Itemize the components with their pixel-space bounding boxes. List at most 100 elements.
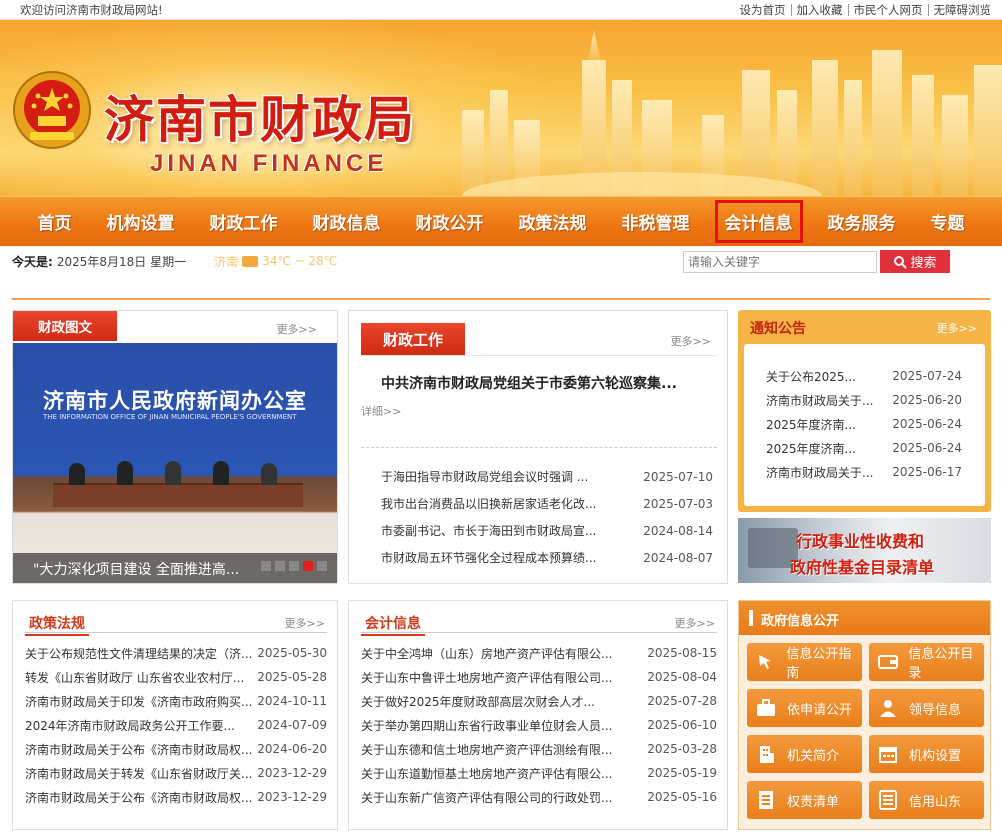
main-nav: 首页 机构设置 财政工作 财政信息 财政公开 政策法规 非税管理 会计信息 政务… [0,196,1002,246]
list-item[interactable]: 济南市财政局关于转发《山东省财政厅关... 2023-12-29 [25,761,327,785]
list-item[interactable]: 关于山东中鲁评土地房地产资产评估有限公司... 2025-08-04 [361,665,717,689]
fee-banner-line1: 行政事业性收费和 [796,532,925,551]
news-slide-image[interactable]: 济南市人民政府新闻办公室 THE INFORMATION OFFICE OF J… [13,343,337,583]
slide-heading-en: THE INFORMATION OFFICE OF JINAN MUNICIPA… [43,413,297,421]
list-item[interactable]: 关于公布2025... 2025-07-24 [766,364,962,388]
slide-heading: 济南市人民政府新闻办公室 [43,389,307,413]
nav-accounting-info[interactable]: 会计信息 [714,200,803,243]
site-subtitle: JINAN FINANCE [150,150,388,177]
credit-shandong-button[interactable]: 信用山东 [869,781,984,819]
nav-finance-info[interactable]: 财政信息 [304,201,390,242]
weather-city: 济南 [214,254,239,269]
photo-news-panel: 财政图文 更多>> 济南市人民政府新闻办公室 THE INFORMATION O… [12,310,338,584]
finance-work-list: 于海田指导市财政局党组会议时强调 ... 2025-07-10 我市出台消费品以旧… [381,463,713,571]
list-item[interactable]: 关于山东新广信资产评估有限公司的行政处罚... 2025-05-16 [361,785,717,809]
list-item[interactable]: 我市出台消费品以旧换新居家适老化改... 2025-07-03 [381,490,713,517]
notices-title: 通知公告 [750,321,806,337]
current-date: 2025年8月18日 星期一 [56,254,187,269]
content-divider [12,298,990,300]
nav-gov-services[interactable]: 政务服务 [819,201,905,242]
list-item[interactable]: 2024年济南市财政局政务公开工作要... 2024-07-09 [25,713,327,737]
search-button-label: 搜索 [910,256,937,271]
slide-caption[interactable]: "大力深化项目建设 全面推进高... [33,559,239,579]
slide-dot[interactable] [289,561,299,571]
list-icon [877,789,899,811]
search-button[interactable]: 搜索 [880,250,950,273]
org-structure-button[interactable]: 机构设置 [869,735,984,773]
photo-news-tab[interactable]: 财政图文 [13,311,117,341]
list-item[interactable]: 济南市财政局关于... 2025-06-20 [766,388,962,412]
list-item[interactable]: 关于举办第四期山东省行政事业单位财会人员... 2025-06-10 [361,713,717,737]
accounting-list: 关于中全鸿坤（山东）房地产资产评估有限公... 2025-08-15 关于山东中鲁… [361,641,717,809]
nav-organization[interactable]: 机构设置 [98,201,184,242]
finance-work-tab[interactable]: 财政工作 [361,323,465,355]
rights-list-button[interactable]: 权责清单 [747,781,862,819]
search-input[interactable] [683,251,877,273]
nav-non-tax[interactable]: 非税管理 [613,201,699,242]
finance-work-panel: 财政工作 更多>> 中共济南市财政局党组关于市委第六轮巡察集... 详细>> 于… [348,310,728,584]
list-item[interactable]: 济南市财政局关于... 2025-06-17 [766,460,962,484]
nav-home[interactable]: 首页 [29,201,81,242]
fee-catalog-banner[interactable]: 行政事业性收费和 政府性基金目录清单 [738,518,991,583]
list-item[interactable]: 市财政局五环节强化全过程成本预算绩... 2024-08-07 [381,544,713,571]
headline-link[interactable]: 中共济南市财政局党组关于市委第六轮巡察集... [381,373,677,393]
nav-finance-work[interactable]: 财政工作 [201,201,287,242]
accounting-more-link[interactable]: 更多>> [675,615,715,631]
list-item[interactable]: 济南市财政局关于印发《济南市政府购买... 2024-10-11 [25,689,327,713]
finance-work-more-link[interactable]: 更多>> [671,333,711,349]
policy-more-link[interactable]: 更多>> [285,615,325,631]
gov-info-panel: 政府信息公开 信息公开指南 信息公开目录 依申请公开 领导信息 机关简介 机构设… [738,600,991,830]
slide-dot[interactable] [275,561,285,571]
list-item[interactable]: 关于公布规范性文件清理结果的决定（济... 2025-05-30 [25,641,327,665]
list-item[interactable]: 济南市财政局关于公布《济南市财政局权... 2023-12-29 [25,785,327,809]
accessibility-link[interactable]: 无障碍浏览 [927,3,997,16]
fee-banner-line2: 政府性基金目录清单 [790,558,935,577]
citizen-page-link[interactable]: 市民个人网页 [847,3,928,16]
slide-indicators [261,561,327,571]
policy-list: 关于公布规范性文件清理结果的决定（济... 2025-05-30 转发《山东省财政… [25,641,327,809]
notices-panel: 通知公告 更多>> 关于公布2025... 2025-07-24 济南市财政局关于… [738,310,991,512]
list-item[interactable]: 关于山东道勤恒基土地房地产资产评估有限公... 2025-05-19 [361,761,717,785]
policy-panel: 政策法规 更多>> 关于公布规范性文件清理结果的决定（济... 2025-05-3… [12,600,338,830]
set-homepage-link[interactable]: 设为首页 [735,4,791,16]
slide-dot-active[interactable] [303,561,313,571]
list-item[interactable]: 于海田指导市财政局党组会议时强调 ... 2025-07-10 [381,463,713,490]
list-item[interactable]: 关于山东德和信土地房地产资产评估测绘有限... 2025-03-28 [361,737,717,761]
nav-topics[interactable]: 专题 [922,201,974,242]
leader-info-button[interactable]: 领导信息 [869,689,984,727]
top-links: 设为首页 加入收藏 市民个人网页 无障碍浏览 [735,3,997,16]
national-emblem-icon [13,71,91,149]
list-item[interactable]: 关于做好2025年度财政部高层次财会人才... 2025-07-28 [361,689,717,713]
wallet-icon [877,651,898,673]
notices-list: 关于公布2025... 2025-07-24 济南市财政局关于... 2025-06… [766,364,962,484]
document-icon [755,789,777,811]
cursor-icon [755,651,776,673]
list-item[interactable]: 转发《山东省财政厅 山东省农业农村厅... 2025-05-28 [25,665,327,689]
briefcase-icon [755,697,777,719]
nav-policy[interactable]: 政策法规 [510,201,596,242]
weather-temp: 34℃ ~ 28℃ [262,254,338,268]
list-item[interactable]: 市委副书记、市长于海田到市财政局宣... 2024-08-14 [381,517,713,544]
nav-finance-disclosure[interactable]: 财政公开 [407,201,493,242]
building-icon [755,743,777,765]
info-bar: 今天是: 2025年8月18日 星期一 济南 34℃ ~ 28℃ 搜索 [0,246,1002,276]
slide-dot[interactable] [317,561,327,571]
weather: 济南 34℃ ~ 28℃ [214,253,337,270]
today-label: 今天是: [12,254,53,269]
list-item[interactable]: 2025年度济南... 2025-06-24 [766,412,962,436]
add-favorite-link[interactable]: 加入收藏 [790,3,848,16]
apply-disclosure-button[interactable]: 依申请公开 [747,689,862,727]
gov-info-title: 政府信息公开 [761,614,840,629]
office-intro-button[interactable]: 机关简介 [747,735,862,773]
list-item[interactable]: 2025年度济南... 2025-06-24 [766,436,962,460]
list-item[interactable]: 济南市财政局关于公布《济南市财政局权... 2024-06-20 [25,737,327,761]
city-skyline-image [462,30,1002,196]
info-guide-button[interactable]: 信息公开指南 [747,643,862,681]
list-item[interactable]: 关于中全鸿坤（山东）房地产资产评估有限公... 2025-08-15 [361,641,717,665]
accounting-panel: 会计信息 更多>> 关于中全鸿坤（山东）房地产资产评估有限公... 2025-08… [348,600,728,830]
info-catalog-button[interactable]: 信息公开目录 [869,643,984,681]
photo-news-more-link[interactable]: 更多>> [277,321,317,337]
detail-link[interactable]: 详细>> [361,403,401,419]
notices-more-link[interactable]: 更多>> [937,320,977,336]
slide-dot[interactable] [261,561,271,571]
